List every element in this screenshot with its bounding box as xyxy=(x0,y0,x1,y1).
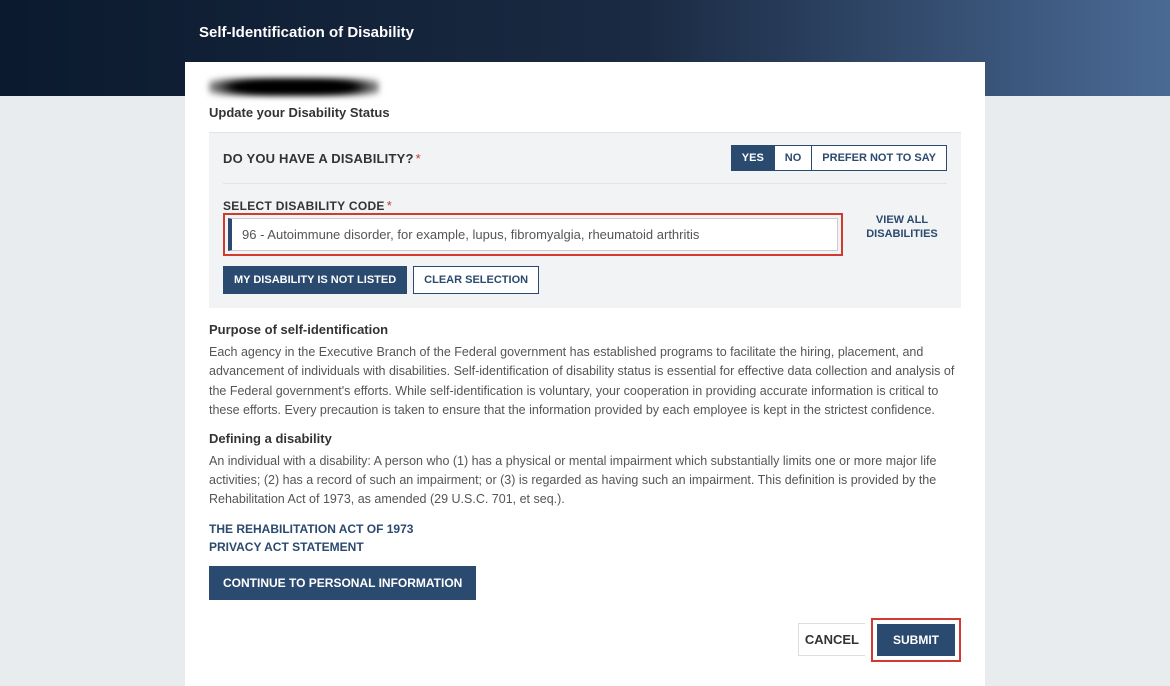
disability-section: DO YOU HAVE A DISABILITY?* YES NO PREFER… xyxy=(209,132,961,308)
code-row: 96 - Autoimmune disorder, for example, l… xyxy=(223,213,947,256)
user-name-redacted xyxy=(209,78,379,96)
submit-button[interactable]: SUBMIT xyxy=(877,624,955,656)
answer-no[interactable]: NO xyxy=(774,146,812,170)
cancel-button[interactable]: CANCEL xyxy=(798,623,865,656)
required-asterisk: * xyxy=(387,198,392,213)
question-label: DO YOU HAVE A DISABILITY? xyxy=(223,151,414,166)
definition-text: An individual with a disability: A perso… xyxy=(209,452,961,510)
subtitle: Update your Disability Status xyxy=(209,105,961,120)
answer-segment: YES NO PREFER NOT TO SAY xyxy=(731,145,947,171)
footer-actions: CANCEL SUBMIT xyxy=(209,618,961,662)
privacy-act-link[interactable]: PRIVACY ACT STATEMENT xyxy=(209,538,961,556)
main-card: Update your Disability Status DO YOU HAV… xyxy=(185,62,985,686)
submit-highlight: SUBMIT xyxy=(871,618,961,662)
code-label-wrap: SELECT DISABILITY CODE* xyxy=(223,198,947,213)
page-title: Self-Identification of Disability xyxy=(199,24,985,41)
answer-yes[interactable]: YES xyxy=(732,146,774,170)
links-block: THE REHABILITATION ACT OF 1973 PRIVACY A… xyxy=(209,520,961,556)
rehab-act-link[interactable]: THE REHABILITATION ACT OF 1973 xyxy=(209,520,961,538)
disability-code-input[interactable]: 96 - Autoimmune disorder, for example, l… xyxy=(228,218,838,251)
clear-selection-button[interactable]: CLEAR SELECTION xyxy=(413,266,539,294)
question-row: DO YOU HAVE A DISABILITY?* YES NO PREFER… xyxy=(223,145,947,184)
answer-prefer-not[interactable]: PREFER NOT TO SAY xyxy=(811,146,946,170)
question-label-wrap: DO YOU HAVE A DISABILITY?* xyxy=(223,151,421,166)
continue-button[interactable]: CONTINUE TO PERSONAL INFORMATION xyxy=(209,566,476,600)
code-label: SELECT DISABILITY CODE xyxy=(223,199,385,213)
required-asterisk: * xyxy=(416,151,421,166)
code-buttons: MY DISABILITY IS NOT LISTED CLEAR SELECT… xyxy=(223,266,947,294)
purpose-heading: Purpose of self-identification xyxy=(209,322,961,337)
code-highlight: 96 - Autoimmune disorder, for example, l… xyxy=(223,213,843,256)
not-listed-button[interactable]: MY DISABILITY IS NOT LISTED xyxy=(223,266,407,294)
view-all-disabilities-link[interactable]: VIEW ALL DISABILITIES xyxy=(857,213,947,242)
definition-heading: Defining a disability xyxy=(209,431,961,446)
purpose-text: Each agency in the Executive Branch of t… xyxy=(209,343,961,421)
